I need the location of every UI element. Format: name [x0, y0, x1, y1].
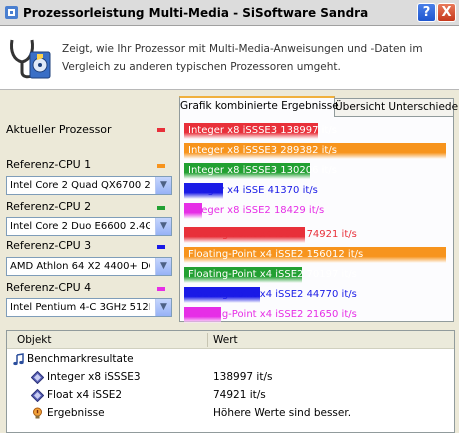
ref-cpu-3-value: AMD Athlon 64 X2 4400+ DC [10, 261, 150, 272]
group-label: Benchmarkresultate [27, 353, 134, 365]
diamond-icon [31, 371, 44, 384]
result-bar-label: Integer x8 iSSSE3 138997 it/s [188, 125, 337, 136]
results-list[interactable]: Objekt Wert Benchmarkresultate Integer x… [6, 330, 455, 433]
column-divider[interactable] [207, 333, 208, 347]
header-description: Zeigt, wie Ihr Prozessor mit Multi-Media… [62, 43, 423, 73]
tab-differences-overview[interactable]: Übersicht Unterschiede [334, 98, 458, 117]
result-key: Ergebnisse [47, 407, 105, 419]
result-bar-label: Integer x8 iSSE2 18429 it/s [188, 205, 325, 216]
result-bar-label: Floating-Point x4 iSSE2 74921 it/s [188, 229, 357, 240]
result-bar: Floating-Point x4 iSSE2 156012 it/s [184, 247, 446, 263]
chevron-down-icon[interactable]: ▼ [155, 177, 171, 194]
ref-cpu-2-value: Intel Core 2 Duo E6600 2.4GHz [10, 221, 150, 232]
header-panel: Zeigt, wie Ihr Prozessor mit Multi-Media… [0, 26, 459, 90]
result-bar: Floating-Point x4 iSSE2 21650 it/s [184, 307, 446, 323]
column-header-object[interactable]: Objekt [17, 334, 52, 346]
result-bar-label: Integer x4 iSSE 41370 it/s [188, 185, 318, 196]
list-item[interactable]: Float x4 iSSE2 74921 it/s [7, 387, 454, 405]
ref-cpu-3-label: Referenz-CPU 3 [6, 239, 92, 252]
help-button[interactable]: ? [417, 3, 436, 22]
column-header-value[interactable]: Wert [213, 334, 238, 346]
result-bar: Integer x8 iSSSE3 130206 it/s [184, 163, 446, 179]
ref-cpu-2-color-swatch [157, 206, 165, 210]
list-item[interactable]: Ergebnisse Höhere Werte sind besser. [7, 405, 454, 423]
result-bar-label: Floating-Point x4 iSSE2 21650 it/s [188, 309, 357, 320]
result-bar-label: Floating-Point x4 iSSE2 44770 it/s [188, 289, 357, 300]
chevron-down-icon[interactable]: ▼ [155, 258, 171, 275]
app-icon [5, 6, 18, 19]
ref-cpu-4-select[interactable]: Intel Pentium 4-C 3GHz 512L2 ▼ [6, 298, 172, 317]
ref-cpu-3-select[interactable]: AMD Athlon 64 X2 4400+ DC ▼ [6, 257, 172, 276]
current-processor-label: Aktueller Prozessor [6, 123, 112, 136]
result-bar-label: Floating-Point x4 iSSE2 70197 it/s [188, 269, 357, 280]
result-bar: Integer x8 iSSE2 18429 it/s [184, 203, 446, 219]
current-processor-color-swatch [157, 128, 165, 132]
result-bar-label: Integer x8 iSSSE3 289382 it/s [188, 145, 337, 156]
combined-results-chart: Integer x8 iSSSE3 138997 it/s Integer x8 … [179, 116, 454, 323]
result-bar: Integer x4 iSSE 41370 it/s [184, 183, 446, 199]
ref-cpu-4-label: Referenz-CPU 4 [6, 281, 92, 294]
result-bar: Floating-Point x4 iSSE2 44770 it/s [184, 287, 446, 303]
result-bar: Integer x8 iSSSE3 138997 it/s [184, 123, 446, 139]
diamond-icon [31, 389, 44, 402]
title-bar: Prozessorleistung Multi-Media - SiSoftwa… [0, 0, 459, 26]
ref-cpu-2-label: Referenz-CPU 2 [6, 200, 92, 213]
result-value: Höhere Werte sind besser. [213, 407, 352, 419]
ref-cpu-1-value: Intel Core 2 Quad QX6700 2.66 [10, 180, 150, 191]
close-button[interactable]: X [437, 3, 456, 22]
chevron-down-icon[interactable]: ▼ [155, 218, 171, 235]
list-header: Objekt Wert [7, 331, 454, 349]
result-key: Integer x8 iSSSE3 [47, 371, 141, 383]
info-bulb-icon [33, 407, 42, 419]
chevron-down-icon[interactable]: ▼ [155, 299, 171, 316]
result-bar: Floating-Point x4 iSSE2 74921 it/s [184, 227, 446, 243]
ref-cpu-2-select[interactable]: Intel Core 2 Duo E6600 2.4GHz ▼ [6, 217, 172, 236]
result-bar: Integer x8 iSSSE3 289382 it/s [184, 143, 446, 159]
tab-combined-results[interactable]: Grafik kombinierte Ergebnisse [179, 96, 339, 117]
group-row-benchmark-results[interactable]: Benchmarkresultate [7, 351, 454, 369]
ref-cpu-3-color-swatch [157, 245, 165, 249]
list-item[interactable]: Integer x8 iSSSE3 138997 it/s [7, 369, 454, 387]
ref-cpu-1-color-swatch [157, 164, 165, 168]
music-note-icon [13, 353, 24, 366]
result-bar-label: Floating-Point x4 iSSE2 156012 it/s [188, 249, 364, 260]
result-value: 74921 it/s [213, 389, 266, 401]
stethoscope-media-icon [10, 39, 51, 79]
result-bar-label: Integer x8 iSSSE3 130206 it/s [188, 165, 337, 176]
ref-cpu-4-value: Intel Pentium 4-C 3GHz 512L2 [10, 302, 150, 313]
result-bar: Floating-Point x4 iSSE2 70197 it/s [184, 267, 446, 283]
ref-cpu-1-label: Referenz-CPU 1 [6, 158, 92, 171]
result-key: Float x4 iSSE2 [47, 389, 123, 401]
result-value: 138997 it/s [213, 371, 273, 383]
ref-cpu-4-color-swatch [157, 287, 165, 291]
ref-cpu-1-select[interactable]: Intel Core 2 Quad QX6700 2.66 ▼ [6, 176, 172, 195]
window-title: Prozessorleistung Multi-Media - SiSoftwa… [23, 6, 369, 20]
